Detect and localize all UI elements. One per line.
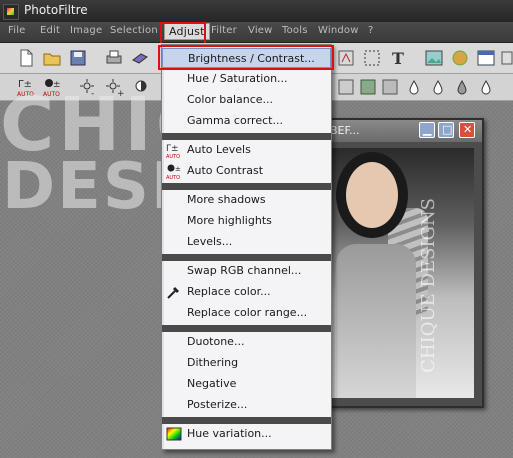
menu-item-label: Levels...: [187, 235, 233, 248]
menu-item-replace-color-range[interactable]: Replace color range...: [162, 303, 331, 323]
transform-icon[interactable]: [336, 48, 356, 68]
menu-item-replace-color[interactable]: Replace color...: [162, 282, 331, 302]
menu-item-label: Replace color range...: [187, 306, 308, 319]
menu-item-label: More highlights: [187, 214, 272, 227]
new-file-icon[interactable]: [16, 48, 36, 68]
hue-variation-icon: [166, 427, 182, 441]
menu-item-more-highlights[interactable]: More highlights: [162, 211, 331, 231]
menu-file[interactable]: File: [8, 25, 26, 36]
open-folder-icon[interactable]: [42, 48, 62, 68]
photo-figure-body: [336, 244, 416, 398]
menu-separator: [162, 254, 331, 261]
menu-image[interactable]: Image: [70, 25, 102, 36]
menu-selection[interactable]: Selection: [110, 25, 158, 36]
menu-item-label: Auto Contrast: [187, 164, 264, 177]
menu-item-swap-rgb[interactable]: Swap RGB channel...: [162, 261, 331, 281]
selection-rect-icon[interactable]: [362, 48, 382, 68]
app-icon: [3, 4, 19, 20]
filter-pattern-icon[interactable]: [358, 77, 378, 97]
document-titlebar[interactable]: BEF... ▁ □ ✕: [320, 120, 482, 142]
menu-item-label: Gamma correct...: [187, 114, 283, 127]
svg-text:AUTO: AUTO: [166, 175, 180, 179]
menu-item-negative[interactable]: Negative: [162, 374, 331, 394]
brightness-highlight-box: [158, 45, 334, 70]
close-icon: ✕: [463, 123, 473, 136]
adjust-dropdown-menu: Brightness / Contrast... Hue / Saturatio…: [161, 44, 332, 450]
menu-item-auto-contrast[interactable]: ± AUTO Auto Contrast: [162, 161, 331, 181]
menu-item-duotone[interactable]: Duotone...: [162, 332, 331, 352]
menu-item-auto-levels[interactable]: Γ± AUTO Auto Levels: [162, 140, 331, 160]
auto-contrast-icon: ± AUTO: [166, 164, 181, 179]
menu-item-label: Dithering: [187, 356, 239, 369]
menu-item-label: Replace color...: [187, 285, 271, 298]
photo-watermark: CHIQUE DESIGNS: [418, 198, 439, 373]
menu-separator: [162, 183, 331, 190]
menu-item-label: Swap RGB channel...: [187, 264, 302, 277]
blur-more-icon[interactable]: [476, 77, 496, 97]
menu-item-dithering[interactable]: Dithering: [162, 353, 331, 373]
menu-filter[interactable]: Filter: [211, 25, 237, 36]
menu-item-label: Hue variation...: [187, 427, 272, 440]
menu-item-label: Color balance...: [187, 93, 274, 106]
maximize-button[interactable]: □: [438, 122, 454, 138]
window-icon[interactable]: [476, 48, 496, 68]
filter-sharpen-icon[interactable]: [380, 77, 400, 97]
save-icon[interactable]: [68, 48, 88, 68]
minimize-button[interactable]: ▁: [419, 122, 435, 138]
menu-item-label: Posterize...: [187, 398, 248, 411]
photo-figure-head: [346, 162, 398, 228]
menu-item-hue-variation[interactable]: Hue variation...: [162, 424, 331, 444]
menu-item-label: Duotone...: [187, 335, 245, 348]
menu-help[interactable]: ?: [368, 25, 374, 36]
document-title: BEF...: [330, 124, 360, 137]
svg-text:AUTO: AUTO: [166, 154, 180, 158]
menu-item-color-balance[interactable]: Color balance...: [162, 90, 331, 110]
app-title: PhotoFiltre: [24, 3, 88, 17]
print-icon[interactable]: [104, 48, 124, 68]
menubar: File Edit Image Selection Adjust Filter …: [0, 22, 513, 43]
menu-item-levels[interactable]: Levels...: [162, 232, 331, 252]
app-titlebar: PhotoFiltre: [0, 0, 513, 22]
eyedropper-icon: [167, 287, 179, 299]
menu-item-label: Auto Levels: [187, 143, 251, 156]
menu-separator: [162, 325, 331, 332]
menu-item-gamma-correct[interactable]: Gamma correct...: [162, 111, 331, 131]
svg-text:T: T: [392, 49, 404, 68]
drop-small-icon[interactable]: [404, 77, 424, 97]
maximize-icon: □: [442, 123, 453, 136]
minimize-icon: ▁: [423, 123, 432, 136]
menu-separator: [162, 133, 331, 140]
menu-separator: [162, 417, 331, 424]
menu-item-label: More shadows: [187, 193, 266, 206]
more-icon[interactable]: [500, 48, 513, 68]
menu-item-hue-saturation[interactable]: Hue / Saturation...: [162, 69, 331, 89]
svg-text:Γ±: Γ±: [166, 144, 179, 154]
document-window[interactable]: BEF... ▁ □ ✕ CHIQUE DESIGNS: [318, 118, 484, 408]
menu-item-label: Negative: [187, 377, 237, 390]
menu-view[interactable]: View: [248, 25, 273, 36]
svg-text:±: ±: [175, 165, 181, 173]
blur-icon[interactable]: [452, 77, 472, 97]
image-icon[interactable]: [424, 48, 444, 68]
menu-tools[interactable]: Tools: [282, 25, 308, 36]
menu-edit[interactable]: Edit: [40, 25, 60, 36]
menu-item-more-shadows[interactable]: More shadows: [162, 190, 331, 210]
menu-item-label: Hue / Saturation...: [187, 72, 288, 85]
plugin-icon[interactable]: [450, 48, 470, 68]
auto-levels-icon: Γ±AUTO: [166, 144, 180, 158]
document-photo[interactable]: CHIQUE DESIGNS: [328, 148, 474, 398]
menu-window[interactable]: Window: [318, 25, 359, 36]
scan-icon[interactable]: [130, 48, 150, 68]
menu-item-posterize[interactable]: Posterize...: [162, 395, 331, 415]
text-tool-icon[interactable]: T: [388, 48, 408, 68]
close-button[interactable]: ✕: [459, 122, 475, 138]
drop-medium-icon[interactable]: [428, 77, 448, 97]
